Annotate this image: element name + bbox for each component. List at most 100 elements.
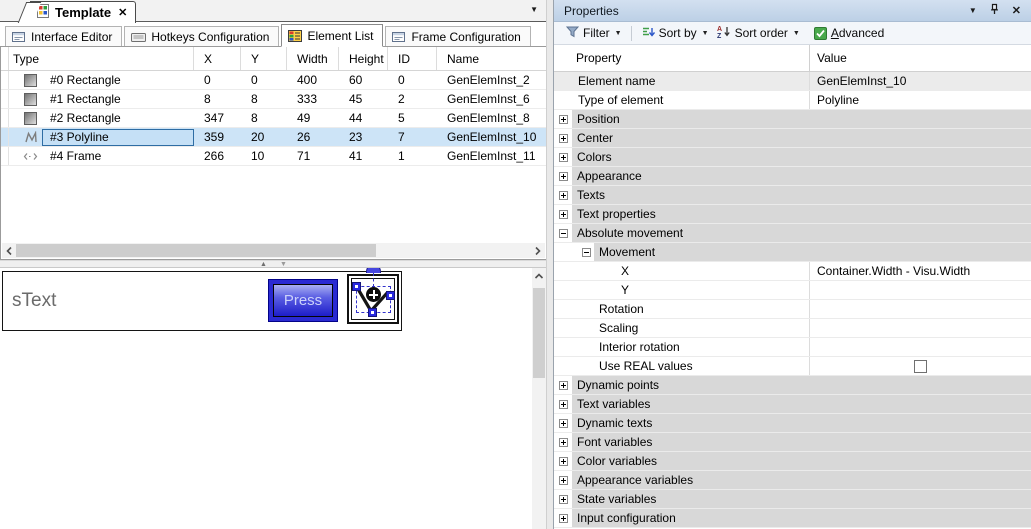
property-value[interactable]: Polyline (809, 91, 1031, 109)
table-row[interactable]: #0 Rectangle00400600GenElemInst_2 (1, 71, 546, 90)
selection-handle-bottom[interactable] (368, 308, 377, 317)
property-group-row[interactable]: State variables (554, 490, 1031, 509)
filter-button[interactable]: Filter ▼ (562, 26, 626, 41)
press-button-element[interactable]: Press (268, 279, 338, 322)
expand-icon[interactable] (559, 400, 568, 409)
expand-icon[interactable] (559, 438, 568, 447)
column-header-type[interactable]: Type (9, 47, 194, 70)
preview-scrollbar-thumb[interactable] (533, 288, 545, 378)
column-header-width[interactable]: Width (287, 47, 339, 70)
column-header-height[interactable]: Height (339, 47, 388, 70)
property-group-row[interactable]: Texts (554, 186, 1031, 205)
property-row[interactable]: Interior rotation (554, 338, 1031, 357)
property-group-label: Absolute movement (577, 224, 683, 242)
property-value[interactable] (809, 319, 1031, 337)
use-real-values-checkbox[interactable] (914, 360, 927, 373)
preview-vertical-scrollbar[interactable] (532, 268, 546, 529)
tab-template[interactable]: Template ✕ (30, 1, 136, 23)
property-group-row[interactable]: Text variables (554, 395, 1031, 414)
property-value[interactable] (809, 338, 1031, 356)
collapse-icon[interactable] (559, 229, 568, 238)
expand-icon[interactable] (559, 381, 568, 390)
selection-handle-right[interactable] (386, 291, 395, 300)
expand-icon[interactable] (559, 134, 568, 143)
property-group-row[interactable]: Font variables (554, 433, 1031, 452)
scrollbar-track[interactable] (16, 243, 531, 258)
advanced-toggle[interactable]: Advanced (810, 26, 888, 40)
property-group-row[interactable]: Appearance (554, 167, 1031, 186)
property-value[interactable] (809, 281, 1031, 299)
expand-icon[interactable] (559, 419, 568, 428)
column-header-id[interactable]: ID (388, 47, 437, 70)
tab-close-icon[interactable]: ✕ (118, 6, 127, 19)
table-row[interactable]: #1 Rectangle88333452GenElemInst_6 (1, 90, 546, 109)
expand-icon[interactable] (559, 495, 568, 504)
table-row[interactable]: #4 Frame2661071411GenElemInst_11 (1, 147, 546, 166)
splitter-down-icon[interactable]: ▼ (280, 261, 287, 268)
text-element[interactable]: sText (12, 290, 56, 312)
property-group-row[interactable]: Dynamic points (554, 376, 1031, 395)
property-group-label: Input configuration (577, 509, 676, 527)
property-group-row[interactable]: Colors (554, 148, 1031, 167)
property-column-header[interactable]: Property (554, 45, 809, 71)
property-row[interactable]: Element nameGenElemInst_10 (554, 72, 1031, 91)
property-group-row[interactable]: Center (554, 129, 1031, 148)
column-header-y[interactable]: Y (241, 47, 287, 70)
value-column-header[interactable]: Value (809, 45, 1031, 71)
table-row[interactable]: #2 Rectangle347849445GenElemInst_8 (1, 109, 546, 128)
expand-icon[interactable] (559, 457, 568, 466)
property-value[interactable] (809, 357, 1031, 375)
property-group-row[interactable]: Absolute movement (554, 224, 1031, 243)
table-row[interactable]: #3 Polyline3592026237GenElemInst_10 (1, 128, 546, 147)
property-row[interactable]: Scaling (554, 319, 1031, 338)
property-group-row[interactable]: Color variables (554, 452, 1031, 471)
template-canvas[interactable] (2, 271, 402, 331)
pin-icon[interactable] (989, 3, 1000, 18)
scroll-right-icon[interactable] (531, 243, 545, 258)
subtab-interface-editor[interactable]: Interface Editor (5, 26, 122, 46)
scroll-up-icon[interactable] (532, 268, 546, 283)
expand-icon[interactable] (559, 514, 568, 523)
sort-order-button[interactable]: AZ Sort order ▼ (713, 25, 804, 41)
property-group-row[interactable]: Movement (554, 243, 1031, 262)
property-group-row[interactable]: Input configuration (554, 509, 1031, 528)
vertical-pane-splitter[interactable] (546, 0, 553, 529)
expand-icon[interactable] (559, 153, 568, 162)
expand-icon[interactable] (559, 115, 568, 124)
property-row[interactable]: Rotation (554, 300, 1031, 319)
scroll-left-icon[interactable] (2, 243, 16, 258)
advanced-checkbox[interactable] (814, 27, 827, 40)
property-group-row[interactable]: Appearance variables (554, 471, 1031, 490)
scrollbar-thumb[interactable] (16, 244, 376, 257)
property-value[interactable] (809, 300, 1031, 318)
property-group-row[interactable]: Dynamic texts (554, 414, 1031, 433)
property-group-row[interactable]: Position (554, 110, 1031, 129)
expand-icon[interactable] (559, 210, 568, 219)
column-header-name[interactable]: Name (437, 47, 546, 70)
horizontal-splitter[interactable]: ▲ ▼ (0, 260, 546, 268)
sort-by-button[interactable]: Sort by ▼ (637, 26, 713, 41)
property-row[interactable]: Y (554, 281, 1031, 300)
property-value[interactable]: GenElemInst_10 (809, 72, 1031, 90)
collapse-icon[interactable] (582, 248, 591, 257)
subtab-frame-configuration[interactable]: Frame Configuration (385, 26, 530, 46)
selection-handle-top-left[interactable] (352, 282, 361, 291)
expand-icon[interactable] (559, 191, 568, 200)
cell-name: GenElemInst_8 (437, 109, 546, 127)
panel-menu-dropdown-icon[interactable]: ▼ (969, 6, 977, 15)
property-group-row[interactable]: Text properties (554, 205, 1031, 224)
selection-center-handle[interactable] (366, 287, 381, 302)
column-header-x[interactable]: X (194, 47, 241, 70)
property-row[interactable]: Use REAL values (554, 357, 1031, 376)
expand-icon[interactable] (559, 476, 568, 485)
property-row[interactable]: XContainer.Width - Visu.Width (554, 262, 1031, 281)
panel-close-icon[interactable]: ✕ (1012, 4, 1021, 17)
property-value[interactable]: Container.Width - Visu.Width (809, 262, 1031, 280)
subtab-hotkeys-configuration[interactable]: Hotkeys Configuration (124, 26, 279, 46)
subtab-element-list[interactable]: Element List (281, 24, 383, 47)
horizontal-scrollbar[interactable] (2, 243, 545, 258)
splitter-up-icon[interactable]: ▲ (260, 261, 267, 268)
property-row[interactable]: Type of elementPolyline (554, 91, 1031, 110)
tab-list-dropdown-icon[interactable]: ▼ (530, 5, 538, 14)
expand-icon[interactable] (559, 172, 568, 181)
